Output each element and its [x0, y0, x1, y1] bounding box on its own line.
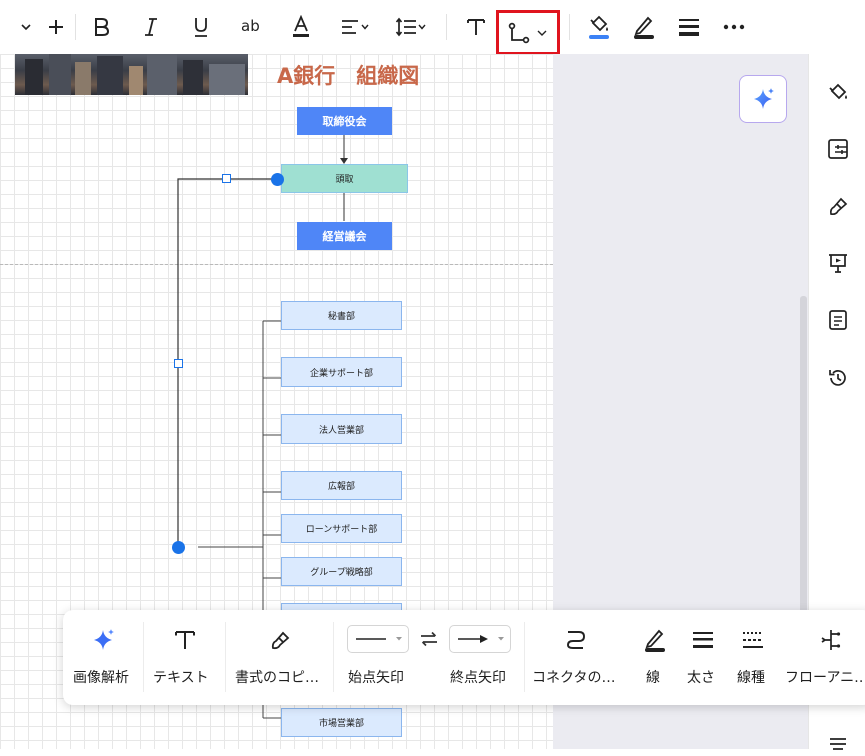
toolbar-divider [143, 622, 144, 692]
italic-icon [145, 18, 157, 36]
dashed-line-icon [743, 632, 763, 648]
connector-type-button[interactable]: コネクタの… [526, 610, 626, 705]
line-start-icon [356, 637, 402, 641]
node-board[interactable]: 取締役会 [297, 107, 392, 135]
line-color-button[interactable]: 線 [635, 610, 675, 705]
connector-icon [508, 22, 530, 43]
underline-button[interactable] [186, 8, 216, 46]
line-color-button[interactable] [628, 8, 660, 46]
toolbar-divider [333, 622, 334, 692]
node-group-strategy[interactable]: グループ戦略部 [281, 557, 402, 586]
node-corporate-support[interactable]: 企業サポート部 [281, 357, 402, 387]
node-market-sales[interactable]: 市場営業部 [281, 708, 402, 737]
flow-animation-label: フローアニ… [785, 670, 865, 686]
sparkle-icon [94, 629, 114, 650]
align-dropdown[interactable] [334, 8, 376, 46]
line-spacing-icon [395, 17, 416, 37]
text-icon [467, 19, 485, 35]
node-president[interactable]: 頭取 [281, 164, 408, 193]
font-color-button[interactable] [286, 8, 316, 46]
toolbar-divider [75, 14, 76, 40]
format-brush-icon [271, 631, 290, 650]
pen-icon [634, 16, 654, 39]
chevron-down-icon [21, 24, 31, 31]
sparkle-icon [754, 88, 774, 109]
increase-font-button[interactable] [42, 8, 70, 46]
toolbar-divider [524, 622, 525, 692]
plus-icon [49, 20, 63, 34]
chevron-down-icon [537, 30, 547, 36]
panel-icon[interactable] [827, 734, 849, 756]
flow-animation-icon [821, 630, 841, 650]
line-weight-button[interactable] [673, 8, 705, 46]
fill-bucket-icon[interactable] [827, 81, 849, 103]
line-label: 線 [646, 670, 660, 686]
font-color-icon [293, 15, 309, 37]
text-icon [175, 631, 195, 649]
top-toolbar: ab [0, 0, 865, 55]
connector-dropdown[interactable] [496, 10, 560, 55]
thickness-label: 太さ [687, 670, 715, 686]
align-left-icon [342, 20, 358, 34]
chevron-down-icon [361, 24, 369, 30]
bold-icon [95, 18, 110, 36]
text-label: テキスト [153, 670, 209, 686]
strikethrough-icon: ab [241, 17, 260, 35]
line-type-label: 線種 [737, 670, 765, 686]
connector-type-label: コネクタの… [532, 670, 616, 686]
line-type-button[interactable]: 線種 [733, 610, 773, 705]
node-corporate-sales[interactable]: 法人営業部 [281, 414, 402, 444]
font-size-dropdown[interactable] [14, 8, 38, 46]
connector-format-toolbar: 画像解析 テキスト 書式のコピ… 始点矢印 終点矢印 コネクタの… 線 太さ 線… [63, 610, 865, 705]
node-public-relations[interactable]: 広報部 [281, 471, 402, 500]
more-icon [723, 24, 745, 30]
format-painter-button[interactable]: 書式のコピ… [227, 610, 331, 705]
format-painter-label: 書式のコピ… [235, 670, 319, 686]
node-management[interactable]: 経営議会 [297, 222, 392, 250]
connector-midpoint-handle[interactable] [222, 174, 231, 183]
fill-bucket-icon [589, 15, 609, 39]
node-secretariat[interactable]: 秘書部 [281, 301, 402, 330]
bold-button[interactable] [86, 8, 116, 46]
end-arrow-dropdown[interactable] [449, 625, 511, 653]
swap-arrows-button[interactable] [418, 628, 440, 650]
line-weight-icon [679, 19, 699, 36]
history-icon[interactable] [827, 367, 849, 389]
text-tool-button[interactable] [460, 8, 492, 46]
arrow-right-icon [458, 635, 504, 643]
start-arrow-dropdown[interactable] [347, 625, 409, 653]
fill-color-button[interactable] [583, 8, 615, 46]
end-arrow-label: 終点矢印 [450, 670, 506, 686]
line-weight-icon [693, 632, 713, 648]
image-analysis-label: 画像解析 [73, 670, 129, 686]
document-icon[interactable] [827, 309, 849, 331]
strikethrough-button[interactable]: ab [236, 8, 266, 46]
presentation-icon[interactable] [827, 252, 849, 274]
toolbar-divider [569, 14, 570, 40]
image-analysis-button[interactable]: 画像解析 [63, 610, 143, 705]
connector-midpoint-handle[interactable] [174, 359, 183, 368]
start-arrow-label: 始点矢印 [348, 670, 404, 686]
more-button[interactable] [719, 8, 749, 46]
toolbar-divider [225, 622, 226, 692]
line-thickness-button[interactable]: 太さ [683, 610, 723, 705]
connector-end-handle[interactable] [172, 541, 185, 554]
swap-icon [421, 631, 437, 647]
text-button[interactable]: テキスト [145, 610, 223, 705]
underline-icon [195, 18, 207, 37]
chevron-down-icon [418, 24, 426, 30]
svg-text:ab: ab [241, 17, 260, 35]
italic-button[interactable] [136, 8, 166, 46]
node-loan-support[interactable]: ローンサポート部 [281, 514, 402, 543]
ai-assistant-button[interactable] [739, 75, 787, 123]
line-spacing-dropdown[interactable] [389, 8, 433, 46]
flow-animation-button[interactable]: フローアニ… [783, 610, 865, 705]
vertical-scrollbar[interactable] [800, 296, 807, 626]
theme-brush-icon[interactable] [827, 195, 849, 217]
pen-icon [645, 629, 665, 652]
layout-icon[interactable] [827, 138, 849, 160]
connector-start-handle[interactable] [271, 173, 284, 186]
connector-curve-icon [567, 631, 585, 649]
toolbar-divider [446, 14, 447, 40]
